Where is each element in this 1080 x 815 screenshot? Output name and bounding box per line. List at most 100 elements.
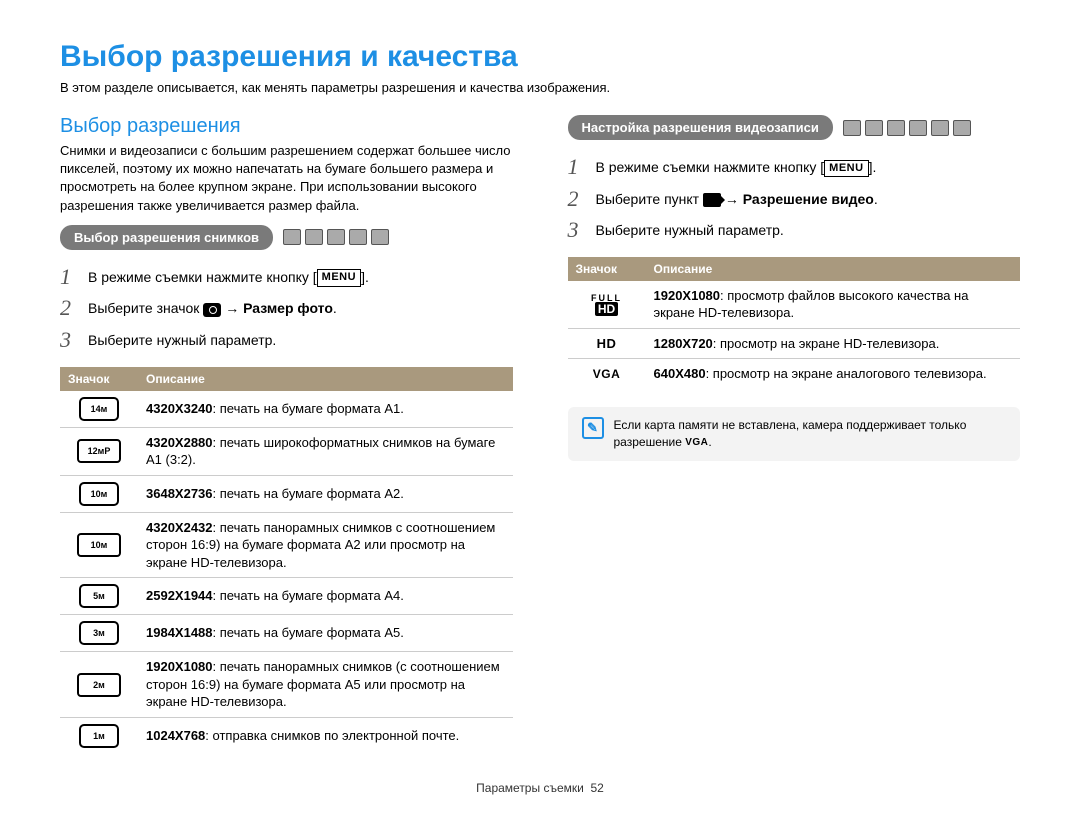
table-row: 12мP 4320X2880: печать широкоформатных с… (60, 427, 513, 475)
res-desc: : просмотр на экране аналогового телевиз… (706, 366, 987, 381)
mode-icon (305, 229, 323, 245)
mode-icon (909, 120, 927, 136)
mode-icon (843, 120, 861, 136)
table-row: 3м 1984X1488: печать на бумаге формата A… (60, 615, 513, 652)
resolution-icon: 1м (79, 724, 119, 748)
th-desc: Описание (138, 367, 513, 391)
section-title-resolution: Выбор разрешения (60, 115, 513, 138)
th-icon: Значок (60, 367, 138, 391)
res-desc: : печать на бумаге формата A1. (213, 401, 404, 416)
page-title: Выбор разрешения и качества (60, 40, 1020, 74)
res-value: 4320X3240 (146, 401, 213, 416)
step-text: . (874, 191, 878, 207)
res-desc: : печать на бумаге формата A5. (213, 625, 404, 640)
table-row: HD 1280X720: просмотр на экране HD-телев… (568, 328, 1021, 359)
menu-button-chip: MENU (824, 160, 868, 177)
page-footer: Параметры съемки 52 (0, 781, 1080, 795)
video-steps: В режиме съемки нажмите кнопку [MENU]. В… (568, 152, 1021, 247)
res-desc: : печать на бумаге формата A2. (213, 486, 404, 501)
res-value: 1920X1080 (654, 288, 721, 303)
res-value: 2592X1944 (146, 588, 213, 603)
mode-icons-photo (283, 229, 389, 245)
step-item: Выберите пункт → Разрешение видео. (568, 184, 1021, 216)
step-item: В режиме съемки нажмите кнопку [MENU]. (568, 152, 1021, 184)
hd-icon: HD (597, 336, 617, 351)
footer-page-number: 52 (591, 781, 604, 795)
mode-icon (327, 229, 345, 245)
mode-icons-video (843, 120, 971, 136)
video-resolution-capsule: Настройка разрешения видеозаписи (568, 115, 833, 140)
mode-icon (887, 120, 905, 136)
arrow-icon: → (221, 300, 243, 316)
mode-icon (931, 120, 949, 136)
resolution-paragraph: Снимки и видеозаписи с большим разрешени… (60, 142, 513, 215)
resolution-icon: 14м (79, 397, 119, 421)
mode-icon (865, 120, 883, 136)
vga-icon: VGA (593, 367, 621, 381)
step-text: Выберите значок (88, 300, 203, 316)
left-column: Выбор разрешения Снимки и видеозаписи с … (60, 109, 513, 754)
photo-resolution-heading-row: Выбор разрешения снимков (60, 225, 513, 250)
resolution-icon: 10м (77, 533, 121, 557)
photo-steps: В режиме съемки нажмите кнопку [MENU]. В… (60, 262, 513, 357)
two-column-layout: Выбор разрешения Снимки и видеозаписи с … (60, 109, 1020, 754)
table-row: 14м 4320X3240: печать на бумаге формата … (60, 391, 513, 428)
th-desc: Описание (646, 257, 1021, 281)
step-bold: Разрешение видео (743, 191, 874, 207)
res-value: 1280X720 (654, 336, 713, 351)
step-text: . (333, 300, 337, 316)
note-text: Если карта памяти не вставлена, камера п… (614, 417, 1007, 451)
step-text: Выберите пункт (596, 191, 703, 207)
mode-icon (283, 229, 301, 245)
step-text: ]. (361, 269, 369, 285)
table-row: FULLHD 1920X1080: просмотр файлов высоко… (568, 281, 1021, 329)
table-row: VGA 640X480: просмотр на экране аналогов… (568, 359, 1021, 389)
step-item: В режиме съемки нажмите кнопку [MENU]. (60, 262, 513, 294)
step-text: В режиме съемки нажмите кнопку [ (88, 269, 317, 285)
res-value: 1920X1080 (146, 659, 213, 674)
movie-icon (703, 193, 721, 207)
res-value: 640X480 (654, 366, 706, 381)
resolution-icon: 10м (79, 482, 119, 506)
mode-icon (371, 229, 389, 245)
res-desc: : просмотр на экране HD-телевизора. (713, 336, 940, 351)
resolution-icon: 3м (79, 621, 119, 645)
table-row: 5м 2592X1944: печать на бумаге формата A… (60, 578, 513, 615)
video-resolution-table: Значок Описание FULLHD 1920X1080: просмо… (568, 257, 1021, 389)
step-bold: Размер фото (243, 300, 333, 316)
resolution-icon: 5м (79, 584, 119, 608)
res-value: 1984X1488 (146, 625, 213, 640)
intro-text: В этом разделе описывается, как менять п… (60, 80, 1020, 95)
resolution-icon: 12мP (77, 439, 121, 463)
mode-icon (953, 120, 971, 136)
note-icon: ✎ (582, 417, 604, 439)
mode-icon (349, 229, 367, 245)
res-value: 1024X768 (146, 728, 205, 743)
step-text: ]. (869, 159, 877, 175)
table-row: 2м 1920X1080: печать панорамных снимков … (60, 652, 513, 718)
step-item: Выберите нужный параметр. (568, 215, 1021, 247)
th-icon: Значок (568, 257, 646, 281)
table-row: 10м 3648X2736: печать на бумаге формата … (60, 475, 513, 512)
note-box: ✎ Если карта памяти не вставлена, камера… (568, 407, 1021, 461)
res-value: 4320X2432 (146, 520, 213, 535)
table-row: 10м 4320X2432: печать панорамных снимков… (60, 512, 513, 578)
video-resolution-heading-row: Настройка разрешения видеозаписи (568, 115, 1021, 140)
right-column: Настройка разрешения видеозаписи В режим… (568, 109, 1021, 754)
menu-button-chip: MENU (317, 269, 361, 286)
table-row: 1м 1024X768: отправка снимков по электро… (60, 717, 513, 754)
res-desc: : отправка снимков по электронной почте. (205, 728, 459, 743)
camera-icon (203, 303, 221, 317)
res-desc: : печать на бумаге формата A4. (213, 588, 404, 603)
step-item: Выберите значок → Размер фото. (60, 293, 513, 325)
resolution-icon: 2м (77, 673, 121, 697)
step-text: В режиме съемки нажмите кнопку [ (596, 159, 825, 175)
manual-page: Выбор разрешения и качества В этом разде… (0, 0, 1080, 815)
footer-label: Параметры съемки (476, 781, 584, 795)
step-item: Выберите нужный параметр. (60, 325, 513, 357)
photo-resolution-table: Значок Описание 14м 4320X3240: печать на… (60, 367, 513, 754)
res-value: 3648X2736 (146, 486, 213, 501)
vga-chip: VGA (685, 436, 708, 450)
fullhd-icon: FULLHD (591, 291, 622, 314)
photo-resolution-capsule: Выбор разрешения снимков (60, 225, 273, 250)
